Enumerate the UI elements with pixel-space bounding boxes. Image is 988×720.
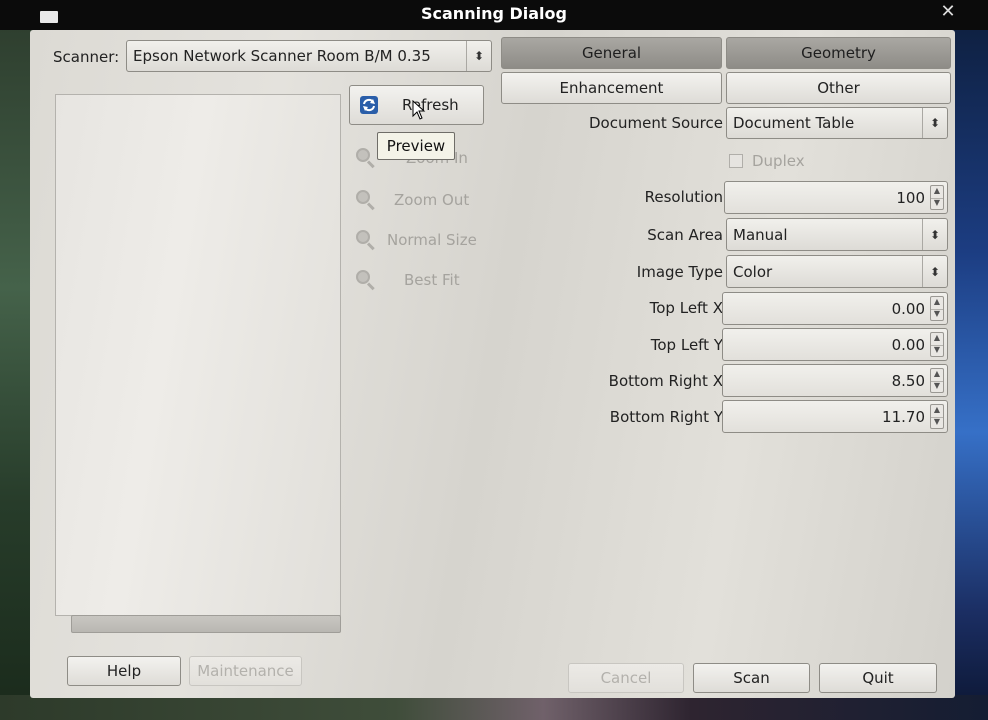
image-type-label: Image Type xyxy=(636,263,723,281)
refresh-label: Refresh xyxy=(402,96,459,114)
top-left-x-value: 0.00 xyxy=(891,299,925,318)
tab-other[interactable]: Other xyxy=(726,72,951,104)
bottom-right-y-stepper[interactable]: ▲ ▼ xyxy=(930,404,944,429)
bottom-right-x-spinner[interactable]: 8.50 ▲ ▼ xyxy=(722,364,948,397)
duplex-label: Duplex xyxy=(752,152,805,170)
normal-size-button[interactable]: Normal Size xyxy=(356,230,477,251)
image-type-value: Color xyxy=(733,262,773,281)
zoom-out-icon xyxy=(356,190,376,211)
resolution-stepper[interactable]: ▲ ▼ xyxy=(930,185,944,210)
preview-area[interactable] xyxy=(55,94,341,616)
document-source-select[interactable]: Document Table ⬍ xyxy=(726,107,948,139)
tab-general[interactable]: General xyxy=(501,37,722,69)
scan-area-value: Manual xyxy=(733,225,788,244)
cancel-button[interactable]: Cancel xyxy=(568,663,684,693)
maintenance-button[interactable]: Maintenance xyxy=(189,656,302,686)
top-left-x-stepper[interactable]: ▲ ▼ xyxy=(930,296,944,321)
resolution-label: Resolution xyxy=(644,188,723,206)
bottom-right-y-label: Bottom Right Y xyxy=(609,408,723,426)
best-fit-label: Best Fit xyxy=(404,271,460,289)
desktop-background-bottom xyxy=(0,695,988,720)
duplex-check-box[interactable] xyxy=(729,154,743,168)
scan-button[interactable]: Scan xyxy=(693,663,810,693)
bottom-right-y-spinner[interactable]: 11.70 ▲ ▼ xyxy=(722,400,948,433)
mouse-cursor-icon xyxy=(412,100,426,120)
bottom-right-x-stepper[interactable]: ▲ ▼ xyxy=(930,368,944,393)
close-icon[interactable]: ✕ xyxy=(938,2,958,22)
document-source-label: Document Source xyxy=(589,114,723,132)
zoom-out-button[interactable]: Zoom Out xyxy=(356,190,470,211)
chevron-updown-icon: ⬍ xyxy=(922,256,947,287)
top-left-y-label: Top Left Y xyxy=(650,336,723,354)
best-fit-icon xyxy=(356,270,376,291)
scan-area-select[interactable]: Manual ⬍ xyxy=(726,218,948,251)
best-fit-button[interactable]: Best Fit xyxy=(356,270,460,291)
scanner-select-value: Epson Network Scanner Room B/M 0.35 xyxy=(133,47,431,65)
help-button[interactable]: Help xyxy=(67,656,181,686)
chevron-updown-icon: ⬍ xyxy=(466,41,491,71)
duplex-checkbox[interactable]: Duplex xyxy=(729,152,805,170)
top-left-x-spinner[interactable]: 0.00 ▲ ▼ xyxy=(722,292,948,325)
tab-geometry[interactable]: Geometry xyxy=(726,37,951,69)
refresh-icon xyxy=(360,96,378,114)
top-left-y-stepper[interactable]: ▲ ▼ xyxy=(930,332,944,357)
progress-bar xyxy=(71,615,341,633)
scan-area-label: Scan Area xyxy=(647,226,723,244)
normal-size-label: Normal Size xyxy=(387,231,477,249)
chevron-updown-icon: ⬍ xyxy=(922,108,947,138)
chevron-updown-icon: ⬍ xyxy=(922,219,947,250)
bottom-right-y-value: 11.70 xyxy=(882,407,925,426)
zoom-out-label: Zoom Out xyxy=(394,191,470,209)
image-type-select[interactable]: Color ⬍ xyxy=(726,255,948,288)
scanner-label: Scanner: xyxy=(53,48,120,66)
window-title: Scanning Dialog xyxy=(421,4,567,23)
quit-button[interactable]: Quit xyxy=(819,663,937,693)
bottom-right-x-value: 8.50 xyxy=(891,371,925,390)
preview-tooltip: Preview xyxy=(377,132,455,160)
bottom-right-x-label: Bottom Right X xyxy=(608,372,723,390)
resolution-value: 100 xyxy=(896,188,925,207)
zoom-in-icon xyxy=(356,148,376,169)
top-left-y-spinner[interactable]: 0.00 ▲ ▼ xyxy=(722,328,948,361)
tab-enhancement[interactable]: Enhancement xyxy=(501,72,722,104)
normal-size-icon xyxy=(356,230,376,251)
document-source-value: Document Table xyxy=(733,114,855,132)
scanner-select[interactable]: Epson Network Scanner Room B/M 0.35 ⬍ xyxy=(126,40,492,72)
resolution-spinner[interactable]: 100 ▲ ▼ xyxy=(724,181,948,214)
top-left-x-label: Top Left X xyxy=(649,299,723,317)
top-left-y-value: 0.00 xyxy=(891,335,925,354)
